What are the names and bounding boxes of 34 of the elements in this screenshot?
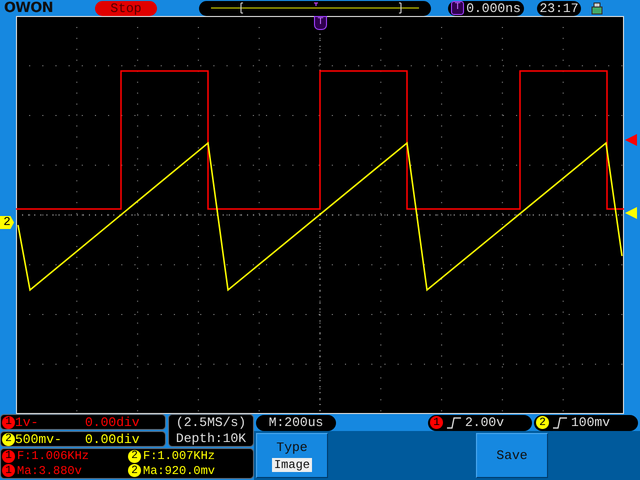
run-state-button[interactable]: Stop [95, 0, 157, 16]
rising-edge-icon [553, 416, 567, 428]
trigger-level: 2.00v [465, 415, 504, 430]
channel-badge: 1 [430, 416, 443, 429]
channel-offset: 0.00div [85, 414, 140, 430]
trigger-level: 100mv [571, 415, 610, 430]
trigger-time: 0.000ns [466, 0, 521, 16]
channel-badge: 1 [2, 464, 15, 478]
frequency-reading: F:1.006KHz [17, 449, 90, 464]
brand-logo: OWON [4, 0, 54, 16]
memory-depth: Depth:10K [176, 430, 246, 446]
trigger-position-marker: T [314, 16, 327, 30]
channel-badge: 1 [2, 416, 15, 428]
channel-badge: 2 [536, 416, 549, 429]
channel-badge: 2 [128, 450, 141, 463]
channel-ground-marker: 2 [0, 216, 14, 229]
channel-badge: 2 [128, 464, 141, 478]
amplitude-reading: Ma:3.880v [17, 464, 82, 478]
channel-badge: 1 [2, 450, 15, 463]
channel-offset: 0.00div [85, 432, 140, 446]
volts-per-div: 1v- [15, 414, 40, 430]
volts-per-div: 500mv- [15, 432, 63, 446]
trigger-time-badge: T [451, 1, 464, 15]
rising-edge-icon [447, 416, 461, 428]
menu-option-button[interactable]: Type Image [256, 433, 328, 478]
option-value: Image [272, 458, 312, 472]
channel-badge: 2 [2, 432, 15, 446]
frequency-reading: F:1.007KHz [143, 449, 216, 464]
timebase-readout: M:200us [256, 414, 336, 430]
usb-icon [591, 2, 603, 14]
clock: 23:17 [537, 0, 581, 16]
amplitude-reading: Ma:920.0mv [143, 464, 216, 478]
menu-action-button[interactable]: Save [476, 433, 548, 478]
sample-rate: (2.5MS/s) [176, 415, 246, 430]
